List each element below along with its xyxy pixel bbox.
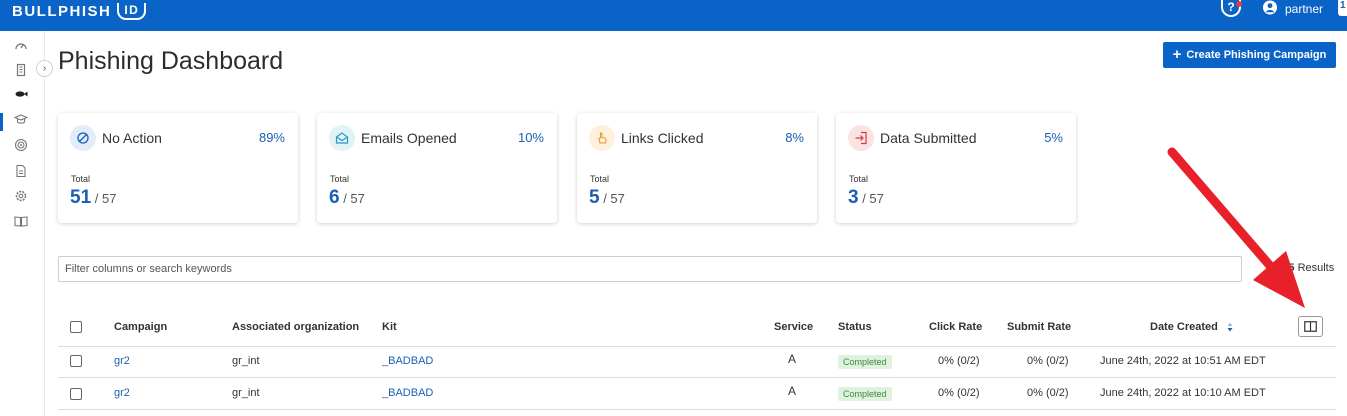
card-total-label: Total	[590, 174, 610, 184]
corner-badge[interactable]: 1	[1338, 0, 1347, 16]
sidebar	[0, 31, 45, 416]
row-divider	[58, 377, 1336, 378]
top-bar: BULLPHISH ID ? partner 1	[0, 0, 1347, 31]
card-value: 6	[329, 187, 340, 208]
user-account-icon[interactable]	[1262, 0, 1278, 15]
notification-dot	[1236, 1, 1242, 7]
sidebar-collapse-button[interactable]: ›	[36, 60, 53, 77]
building-icon[interactable]	[14, 63, 28, 77]
column-header-kit[interactable]: Kit	[382, 321, 397, 333]
logo-text: BULLPHISH	[12, 2, 112, 20]
row-checkbox[interactable]	[70, 388, 82, 400]
card-percentage: 10%	[517, 130, 544, 145]
service-icon: A	[788, 352, 797, 366]
card-title: Links Clicked	[621, 130, 704, 146]
card-percentage: 5%	[1044, 130, 1063, 145]
card-total: 51 / 57	[70, 187, 116, 209]
org-cell: gr_int	[232, 355, 260, 367]
column-header-status[interactable]: Status	[838, 321, 872, 333]
filter-search-input[interactable]: Filter columns or search keywords	[58, 256, 1242, 282]
kit-link[interactable]: _BADBAD	[382, 355, 433, 367]
column-header-date-created[interactable]: Date Created	[1150, 321, 1233, 333]
card-total-label: Total	[71, 174, 91, 184]
status-badge: Completed	[838, 387, 892, 401]
status-badge: Completed	[838, 355, 892, 369]
logo-id: ID	[117, 2, 147, 20]
target-icon[interactable]	[14, 138, 28, 152]
results-prefix: of	[1270, 262, 1280, 274]
document-icon[interactable]	[14, 164, 28, 178]
date-created-cell: June 24th, 2022 at 10:51 AM EDT	[1100, 355, 1266, 367]
date-created-cell: June 24th, 2022 at 10:10 AM EDT	[1100, 387, 1266, 399]
card-value: 51	[70, 187, 92, 208]
plus-icon: +	[1172, 46, 1182, 63]
service-icon: A	[788, 384, 797, 398]
column-picker-button[interactable]	[1298, 316, 1323, 337]
select-all-checkbox[interactable]	[70, 321, 82, 333]
card-value: 5	[589, 187, 600, 208]
sort-icon[interactable]	[1227, 322, 1233, 332]
card-total: 5 / 57	[589, 187, 625, 209]
click-rate-cell: 0% (0/2)	[938, 355, 980, 367]
card-total: 6 / 57	[329, 187, 365, 209]
card-of-total: / 57	[343, 191, 365, 206]
card-of-total: / 57	[94, 191, 117, 206]
sidebar-active-indicator	[0, 113, 3, 131]
sign-in-icon	[848, 125, 874, 151]
card-value: 3	[848, 187, 859, 208]
logo[interactable]: BULLPHISH ID	[12, 0, 147, 22]
card-percentage: 8%	[785, 130, 804, 145]
graduation-cap-icon[interactable]	[14, 112, 28, 126]
card-of-total: / 57	[862, 191, 884, 206]
fish-icon[interactable]	[14, 87, 28, 101]
column-header-campaign[interactable]: Campaign	[114, 321, 167, 333]
dashboard-icon[interactable]	[14, 39, 28, 53]
row-checkbox[interactable]	[70, 355, 82, 367]
column-header-click-rate[interactable]: Click Rate	[929, 321, 982, 333]
no-action-icon	[70, 125, 96, 151]
stat-card-data-submitted[interactable]: Data Submitted 5% Total 3 / 57	[836, 113, 1076, 223]
results-count: of 15 Results	[1270, 262, 1334, 274]
results-suffix: Results	[1297, 262, 1335, 274]
card-of-total: / 57	[603, 191, 625, 206]
header-divider	[58, 346, 1336, 347]
envelope-open-icon	[329, 125, 355, 151]
column-header-service[interactable]: Service	[774, 321, 813, 333]
campaign-link[interactable]: gr2	[114, 387, 130, 399]
stat-card-links-clicked[interactable]: Links Clicked 8% Total 5 / 57	[577, 113, 817, 223]
date-created-label: Date Created	[1150, 321, 1218, 333]
submit-rate-cell: 0% (0/2)	[1027, 355, 1069, 367]
column-header-submit-rate[interactable]: Submit Rate	[1007, 321, 1071, 333]
create-button-label: Create Phishing Campaign	[1186, 49, 1327, 61]
columns-icon	[1304, 321, 1317, 332]
column-header-org[interactable]: Associated organization	[232, 321, 359, 333]
create-phishing-campaign-button[interactable]: + Create Phishing Campaign	[1163, 42, 1336, 68]
card-total-label: Total	[330, 174, 350, 184]
campaign-link[interactable]: gr2	[114, 355, 130, 367]
submit-rate-cell: 0% (0/2)	[1027, 387, 1069, 399]
card-title: Emails Opened	[361, 130, 457, 146]
card-title: No Action	[102, 130, 162, 146]
stat-card-emails-opened[interactable]: Emails Opened 10% Total 6 / 57	[317, 113, 557, 223]
settings-icon[interactable]	[14, 189, 28, 203]
stat-card-no-action[interactable]: No Action 89% Total 51 / 57	[58, 113, 298, 223]
card-percentage: 89%	[258, 130, 285, 145]
results-total: 15	[1282, 262, 1295, 274]
book-icon[interactable]	[14, 214, 28, 228]
kit-link[interactable]: _BADBAD	[382, 387, 433, 399]
click-rate-cell: 0% (0/2)	[938, 387, 980, 399]
card-total-label: Total	[849, 174, 869, 184]
pointer-hand-icon	[589, 125, 615, 151]
org-cell: gr_int	[232, 387, 260, 399]
page-title: Phishing Dashboard	[58, 47, 284, 75]
card-total: 3 / 57	[848, 187, 884, 209]
user-name[interactable]: partner	[1285, 2, 1323, 16]
row-divider	[58, 409, 1336, 410]
card-title: Data Submitted	[880, 130, 977, 146]
